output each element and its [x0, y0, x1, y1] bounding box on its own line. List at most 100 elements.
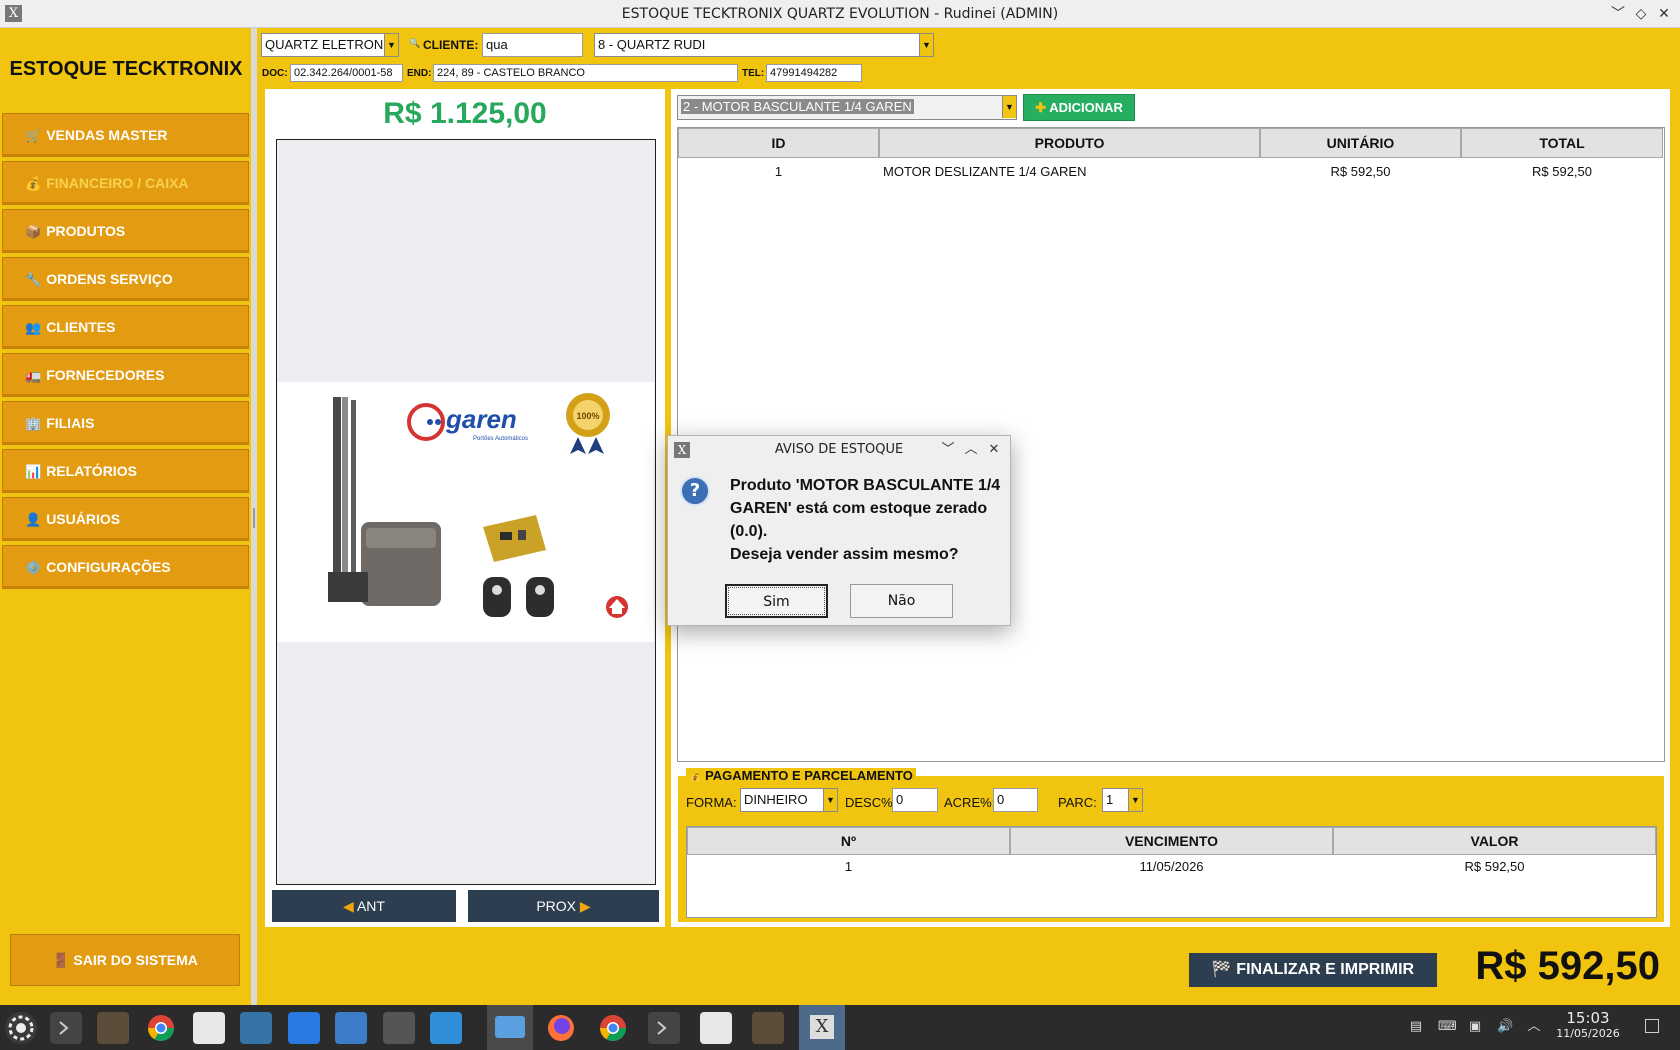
- cart-table-header: ID PRODUTO UNITÁRIO TOTAL: [678, 128, 1664, 158]
- splitter-grip: [253, 508, 255, 528]
- chevron-down-icon[interactable]: ▼: [823, 789, 837, 811]
- minimize-icon[interactable]: ﹀: [938, 440, 958, 460]
- gimp-icon[interactable]: [97, 1012, 129, 1044]
- fish-icon[interactable]: [335, 1012, 367, 1044]
- product-image: garen Portões Automáticos 100%: [278, 382, 654, 642]
- column-header-total[interactable]: TOTAL: [1461, 128, 1663, 158]
- text-editor-icon[interactable]: [193, 1012, 225, 1044]
- stock-warning-dialog: X AVISO DE ESTOQUE ﹀ ︿ ✕ ? Produto 'MOTO…: [667, 435, 1011, 626]
- sidebar-item-label: FORNECEDORES: [46, 367, 165, 383]
- sidebar-item-relatorios[interactable]: 📊 RELATÓRIOS: [2, 449, 249, 493]
- cell-vencimento: 11/05/2026: [1139, 859, 1204, 874]
- exit-button[interactable]: 🚪 SAIR DO SISTEMA: [10, 934, 240, 986]
- chevron-down-icon[interactable]: ▼: [1002, 96, 1016, 118]
- sidebar-item-filiais[interactable]: 🏢 FILIAIS: [2, 401, 249, 445]
- close-icon[interactable]: ✕: [1653, 3, 1675, 25]
- clipboard-icon[interactable]: ▤: [1408, 1019, 1424, 1035]
- gear-icon: ⚙️: [25, 560, 42, 575]
- surcharge-input[interactable]: 0: [993, 788, 1038, 812]
- maximize-icon[interactable]: ◇: [1630, 3, 1652, 25]
- show-desktop-icon[interactable]: [1645, 1019, 1659, 1033]
- acre-label: ACRE%:: [944, 795, 996, 810]
- truck-icon: 🚛: [25, 368, 42, 383]
- sidebar-item-fornecedores[interactable]: 🚛 FORNECEDORES: [2, 353, 249, 397]
- next-button[interactable]: PROX ▶: [468, 890, 659, 922]
- start-menu-icon[interactable]: [5, 1012, 37, 1044]
- volume-icon[interactable]: 🔊: [1497, 1019, 1513, 1035]
- company-select[interactable]: QUARTZ ELETRONIC ▼: [261, 33, 399, 57]
- installments-select[interactable]: 1 ▼: [1102, 788, 1143, 812]
- sidebar-item-ordens-servico[interactable]: 🔧 ORDENS SERVIÇO: [2, 257, 249, 301]
- terminal-icon[interactable]: [648, 1012, 680, 1044]
- sidebar-item-label: RELATÓRIOS: [46, 463, 137, 479]
- terminal-icon[interactable]: [50, 1012, 82, 1044]
- money-bag-icon: 💰: [689, 772, 702, 783]
- tray-expand-icon[interactable]: ︿: [1526, 1019, 1542, 1035]
- firefox-icon[interactable]: [545, 1012, 577, 1044]
- dialog-message-line: Produto 'MOTOR BASCULANTE 1/4: [730, 477, 1001, 494]
- sidebar-item-label: CLIENTES: [46, 319, 116, 335]
- network-icon[interactable]: ▣: [1467, 1019, 1483, 1035]
- no-button[interactable]: Não: [850, 584, 953, 618]
- yes-button[interactable]: Sim: [725, 584, 828, 618]
- text-editor-icon[interactable]: [700, 1012, 732, 1044]
- maximize-icon[interactable]: ︿: [961, 440, 981, 460]
- store-bag-icon[interactable]: [430, 1012, 462, 1044]
- finalize-print-button[interactable]: 🏁 FINALIZAR E IMPRIMIR: [1189, 953, 1437, 987]
- arrow-right-icon: ▶: [579, 898, 591, 914]
- previous-button[interactable]: ◀ ANT: [272, 890, 456, 922]
- sidebar-item-label: USUÁRIOS: [46, 511, 121, 527]
- document-icon[interactable]: [288, 1012, 320, 1044]
- sidebar-item-label: FILIAIS: [46, 415, 95, 431]
- seal-text: 100%: [576, 411, 599, 421]
- cell-produto: MOTOR DESLIZANTE 1/4 GAREN: [883, 164, 1087, 179]
- python-icon[interactable]: [240, 1012, 272, 1044]
- file-manager-icon[interactable]: [487, 1005, 533, 1050]
- phone-field[interactable]: 47991494282: [766, 64, 862, 82]
- chevron-down-icon[interactable]: ▼: [919, 34, 933, 56]
- discount-input[interactable]: 0: [892, 788, 938, 812]
- sidebar-item-vendas-master[interactable]: 🛒 VENDAS MASTER: [2, 113, 249, 157]
- column-header-vencimento[interactable]: VENCIMENTO: [1010, 827, 1333, 855]
- sidebar-item-usuarios[interactable]: 👤 USUÁRIOS: [2, 497, 249, 541]
- close-icon[interactable]: ✕: [984, 440, 1004, 460]
- sidebar-splitter[interactable]: [251, 28, 257, 1005]
- chevron-down-icon[interactable]: ▼: [1128, 789, 1142, 811]
- sidebar-item-clientes[interactable]: 👥 CLIENTES: [2, 305, 249, 349]
- clock[interactable]: 15:03 11/05/2026: [1548, 1009, 1628, 1040]
- address-field[interactable]: 224, 89 - CASTELO BRANCO: [433, 64, 738, 82]
- sidebar-item-produtos[interactable]: 📦 PRODUTOS: [2, 209, 249, 253]
- minimize-icon[interactable]: ﹀: [1607, 3, 1629, 25]
- chevron-down-icon[interactable]: ▼: [384, 34, 398, 56]
- column-header-produto[interactable]: PRODUTO: [879, 128, 1260, 158]
- sidebar-item-label: FINANCEIRO / CAIXA: [46, 175, 189, 191]
- user-icon: 👤: [25, 512, 42, 527]
- chrome-icon[interactable]: [145, 1012, 177, 1044]
- dialog-message-line: GAREN' está com estoque zerado: [730, 500, 988, 517]
- finalize-button-label: FINALIZAR E IMPRIMIR: [1236, 961, 1415, 978]
- x-app-active-icon[interactable]: X: [799, 1005, 845, 1050]
- client-search-input[interactable]: qua: [482, 33, 583, 57]
- sidebar-item-configuracoes[interactable]: ⚙️ CONFIGURAÇÕES: [2, 545, 249, 589]
- sidebar-item-financeiro-caixa[interactable]: 💰 FINANCEIRO / CAIXA: [2, 161, 249, 205]
- column-header-valor[interactable]: VALOR: [1333, 827, 1656, 855]
- cell-numero: 1: [844, 859, 853, 874]
- bar-chart-icon: 📊: [25, 464, 42, 479]
- column-header-unitario[interactable]: UNITÁRIO: [1260, 128, 1461, 158]
- product-select[interactable]: 2 - MOTOR BASCULANTE 1/4 GAREN ▼: [677, 95, 1017, 120]
- add-product-button[interactable]: ✚ ADICIONAR: [1023, 94, 1135, 121]
- doc-field[interactable]: 02.342.264/0001-58: [290, 64, 403, 82]
- client-select[interactable]: 8 - QUARTZ RUDI ▼: [594, 33, 934, 57]
- window-title-bar: X ESTOQUE TECKTRONIX QUARTZ EVOLUTION - …: [0, 0, 1680, 28]
- column-header-id[interactable]: ID: [678, 128, 879, 158]
- column-header-numero[interactable]: Nº: [687, 827, 1010, 855]
- cell-valor: R$ 592,50: [1464, 859, 1525, 874]
- brand-title: ESTOQUE TECKTRONIX: [9, 58, 243, 80]
- taskbar: X ▤ ⌨ ▣ 🔊 ︿ 15:03 11/05/2026: [0, 1005, 1680, 1050]
- garen-tagline-text: Portões Automáticos: [473, 436, 528, 442]
- gimp-icon[interactable]: [752, 1012, 784, 1044]
- payment-method-select[interactable]: DINHEIRO ▼: [740, 788, 838, 812]
- keyboard-icon[interactable]: ⌨: [1438, 1019, 1457, 1035]
- chrome-icon[interactable]: [597, 1012, 629, 1044]
- settings-sliders-icon[interactable]: [383, 1012, 415, 1044]
